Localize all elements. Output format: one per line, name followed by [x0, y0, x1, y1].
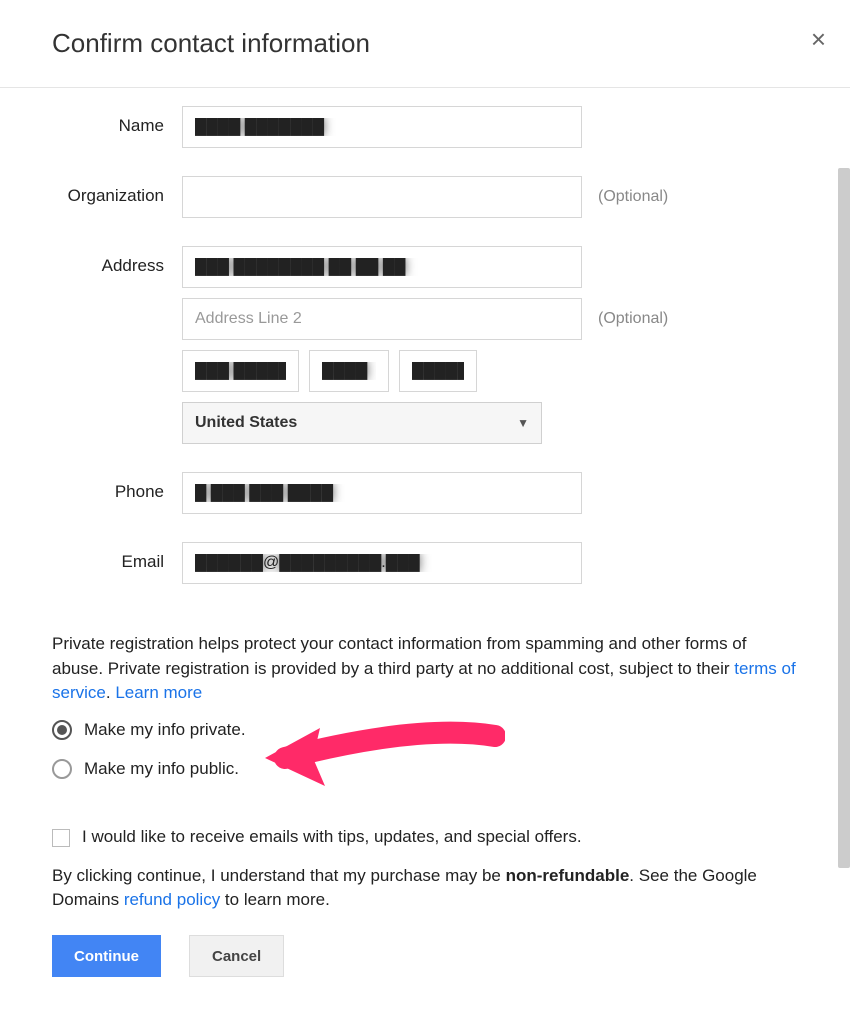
country-select-value: United States — [195, 414, 297, 432]
dialog-buttons: Continue Cancel — [52, 935, 798, 977]
radio-private-row[interactable]: Make my info private. — [52, 718, 798, 743]
label-phone: Phone — [52, 472, 182, 502]
refund-policy-link[interactable]: refund policy — [124, 890, 220, 909]
label-address: Address — [52, 246, 182, 276]
radio-private[interactable] — [52, 720, 72, 740]
chevron-down-icon: ▼ — [517, 416, 529, 430]
confirm-contact-dialog: × Confirm contact information Name Organ… — [0, 0, 850, 1007]
close-icon[interactable]: × — [811, 26, 826, 52]
email-optin-row[interactable]: I would like to receive emails with tips… — [52, 825, 798, 850]
email-input[interactable] — [182, 542, 582, 584]
label-name: Name — [52, 106, 182, 136]
organization-input[interactable] — [182, 176, 582, 218]
label-organization: Organization — [52, 176, 182, 206]
footer-nonrefundable: non-refundable — [506, 866, 630, 885]
name-input[interactable] — [182, 106, 582, 148]
privacy-sep: . — [106, 683, 115, 702]
contact-form: Name Organization (Optional) Address (Op… — [52, 88, 798, 622]
radio-public[interactable] — [52, 759, 72, 779]
label-email: Email — [52, 542, 182, 572]
address-line2-input[interactable] — [182, 298, 582, 340]
dialog-title: Confirm contact information — [52, 28, 798, 59]
address-line1-input[interactable] — [182, 246, 582, 288]
email-optin-checkbox[interactable] — [52, 829, 70, 847]
footer-pre: By clicking continue, I understand that … — [52, 866, 506, 885]
address2-optional: (Optional) — [598, 310, 668, 328]
privacy-description: Private registration helps protect your … — [52, 632, 798, 706]
privacy-intro-text: Private registration helps protect your … — [52, 634, 746, 678]
postal-input[interactable] — [399, 350, 477, 392]
footer-post: to learn more. — [220, 890, 330, 909]
phone-input[interactable] — [182, 472, 582, 514]
radio-private-label: Make my info private. — [84, 718, 246, 743]
radio-public-label: Make my info public. — [84, 757, 239, 782]
cancel-button[interactable]: Cancel — [189, 935, 284, 977]
email-optin-label: I would like to receive emails with tips… — [82, 825, 582, 850]
continue-button[interactable]: Continue — [52, 935, 161, 977]
region-input[interactable] — [309, 350, 389, 392]
radio-public-row[interactable]: Make my info public. — [52, 757, 798, 782]
city-input[interactable] — [182, 350, 299, 392]
organization-optional: (Optional) — [598, 188, 668, 206]
privacy-section: Private registration helps protect your … — [52, 632, 798, 850]
refund-disclaimer: By clicking continue, I understand that … — [52, 864, 798, 913]
learn-more-link[interactable]: Learn more — [115, 683, 202, 702]
scrollbar[interactable] — [838, 168, 850, 868]
country-select[interactable]: United States ▼ — [182, 402, 542, 444]
